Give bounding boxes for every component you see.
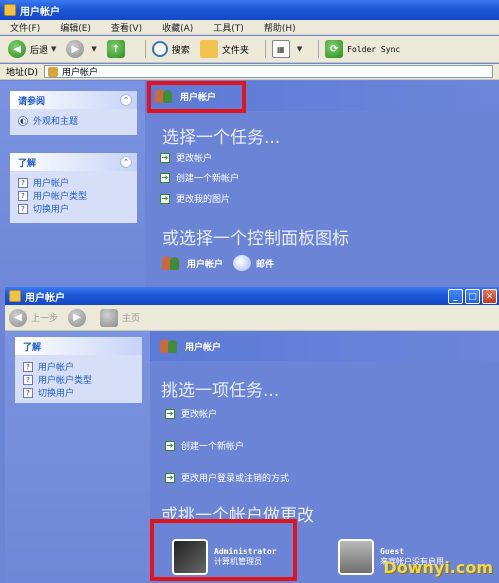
cp-icon-user-accounts[interactable]: 用户帐户 <box>160 255 223 271</box>
folders-button[interactable]: 文件夹 <box>199 40 249 58</box>
menu-help[interactable]: 帮助(H) <box>264 21 296 34</box>
arrow-right-icon: ➔ <box>165 440 175 451</box>
up-folder-button[interactable]: ↑ <box>106 40 129 58</box>
menu-favorites[interactable]: 收藏(A) <box>162 21 193 34</box>
search-icon <box>151 41 168 57</box>
toolbar: ◀ 上一步 ▶ 主页 <box>5 305 499 331</box>
highlight-box-administrator <box>150 519 297 581</box>
link-account-types[interactable]: ? 用户帐户类型 <box>18 189 129 202</box>
forward-arrow-icon: ▶ <box>68 308 87 327</box>
briefcase-icon <box>338 539 374 575</box>
folder-sync-button[interactable]: ⟳ Folder Sync <box>325 40 400 58</box>
menu-edit[interactable]: 编辑(E) <box>60 21 91 34</box>
toolbar-separator <box>144 40 146 58</box>
task-change-logon[interactable]: ➔ 更改用户登录或注销的方式 <box>165 471 289 484</box>
pick-task-heading: 挑选一项任务... <box>161 381 280 401</box>
pick-icon-heading: 或选择一个控制面板图标 <box>162 229 349 249</box>
maximize-button[interactable]: □ <box>465 289 480 304</box>
arrow-right-icon: ➔ <box>165 472 175 483</box>
menu-view[interactable]: 查看(V) <box>111 21 142 34</box>
learn-panel: 了解 ? 用户帐户 ? 用户帐户类型 ? 切换用户 <box>15 337 142 403</box>
up-folder-icon: ↑ <box>106 40 125 58</box>
mail-icon <box>233 255 251 271</box>
home-button[interactable]: 主页 <box>100 308 140 327</box>
address-label: 地址(D) <box>6 68 38 78</box>
highlight-box-header <box>147 81 246 113</box>
link-switch-users[interactable]: ? 切换用户 <box>23 386 134 399</box>
user-accounts-icon <box>9 290 21 302</box>
left-task-pane: 了解 ? 用户帐户 ? 用户帐户类型 ? 切换用户 <box>5 331 150 583</box>
title-bar[interactable]: 用户帐户 <box>5 287 499 305</box>
search-button[interactable]: 搜索 <box>151 41 190 57</box>
menu-bar: 文件(F) 编辑(E) 查看(V) 收藏(A) 工具(T) 帮助(H) <box>0 20 499 35</box>
home-icon <box>100 308 119 327</box>
menu-tools[interactable]: 工具(T) <box>213 21 244 34</box>
forward-arrow-icon: ▶ <box>66 40 85 58</box>
learn-header[interactable]: 了解 ⌃ <box>10 153 137 171</box>
user-accounts-icon <box>160 255 182 271</box>
task-change-account[interactable]: ➔ 更改帐户 <box>165 407 217 420</box>
help-icon: ? <box>23 361 33 372</box>
folder-icon <box>199 40 218 58</box>
user-accounts-icon <box>158 338 180 354</box>
see-also-header[interactable]: 请参阅 ⌃ <box>10 91 137 109</box>
arrow-right-icon: ➔ <box>160 152 170 163</box>
forward-button[interactable]: ▶ ▼ <box>66 40 97 58</box>
chevron-down-icon: ▼ <box>91 45 97 53</box>
link-appearance-themes[interactable]: ◐ 外观和主题 <box>18 114 129 127</box>
user-accounts-icon <box>47 66 58 77</box>
toolbar-separator <box>264 40 266 58</box>
themes-icon: ◐ <box>18 115 28 126</box>
help-icon: ? <box>18 190 28 201</box>
toolbar-separator <box>318 40 320 58</box>
views-button[interactable]: ▦ ▼ <box>271 40 303 58</box>
menu-file[interactable]: 文件(F) <box>10 21 40 34</box>
learn-panel: 了解 ⌃ ? 用户帐户 ? 用户帐户类型 ? 切换用户 <box>10 153 137 223</box>
toolbar: ◀ 后退 ▼ ▶ ▼ ↑ 搜索 文件夹 ▦ ▼ ⟳ Folder Sync <box>0 36 499 63</box>
see-also-panel: 请参阅 ⌃ ◐ 外观和主题 <box>10 91 137 135</box>
task-create-account[interactable]: ➔ 创建一个新帐户 <box>160 171 239 184</box>
cp-icon-mail[interactable]: 邮件 <box>233 255 274 271</box>
help-icon: ? <box>18 203 28 214</box>
task-change-picture[interactable]: ➔ 更改我的图片 <box>160 192 230 205</box>
task-create-account[interactable]: ➔ 创建一个新帐户 <box>165 439 244 452</box>
views-icon: ▦ <box>271 40 290 58</box>
pick-task-heading: 选择一个任务... <box>162 128 281 148</box>
link-switch-users[interactable]: ? 切换用户 <box>18 202 129 215</box>
collapse-icon[interactable]: ⌃ <box>120 156 132 168</box>
window-title: 用户帐户 <box>25 292 65 304</box>
back-arrow-icon: ◀ <box>8 40 26 58</box>
folder-icon <box>4 4 16 16</box>
chevron-down-icon: ▼ <box>296 45 303 53</box>
collapse-icon[interactable]: ⌃ <box>120 94 132 106</box>
link-user-accounts[interactable]: ? 用户帐户 <box>23 360 134 373</box>
chevron-down-icon: ▼ <box>51 45 57 53</box>
address-bar: 地址(D) 用户帐户 <box>0 64 499 80</box>
learn-header[interactable]: 了解 <box>15 337 142 355</box>
link-user-accounts[interactable]: ? 用户帐户 <box>18 176 129 189</box>
address-input[interactable]: 用户帐户 <box>43 65 493 78</box>
forward-button[interactable]: ▶ <box>68 308 90 327</box>
task-change-account[interactable]: ➔ 更改帐户 <box>160 151 212 164</box>
back-button[interactable]: ◀ 上一步 <box>9 308 58 327</box>
help-icon: ? <box>18 177 28 188</box>
watermark: Downyi.com <box>383 558 493 577</box>
link-account-types[interactable]: ? 用户帐户类型 <box>23 373 134 386</box>
back-arrow-icon: ◀ <box>9 308 27 327</box>
help-icon: ? <box>23 374 33 385</box>
minimize-button[interactable]: _ <box>448 289 463 304</box>
help-icon: ? <box>23 387 33 398</box>
content-header: 用户帐户 <box>150 331 499 361</box>
left-task-pane: 请参阅 ⌃ ◐ 外观和主题 了解 ⌃ ? 用户帐户 ? 用户帐户类型 ? 切换用… <box>0 81 145 290</box>
arrow-right-icon: ➔ <box>160 172 170 183</box>
arrow-right-icon: ➔ <box>160 193 170 204</box>
window-controls: _ □ ✕ <box>448 289 497 304</box>
sync-icon: ⟳ <box>325 40 344 58</box>
arrow-right-icon: ➔ <box>165 408 175 419</box>
back-button[interactable]: ◀ 后退 ▼ <box>8 40 56 58</box>
window-title: 用户帐户 <box>20 6 60 18</box>
user-accounts-window-1: 用户帐户 文件(F) 编辑(E) 查看(V) 收藏(A) 工具(T) 帮助(H)… <box>0 0 499 290</box>
close-button[interactable]: ✕ <box>482 289 497 304</box>
title-bar[interactable]: 用户帐户 <box>0 0 499 20</box>
